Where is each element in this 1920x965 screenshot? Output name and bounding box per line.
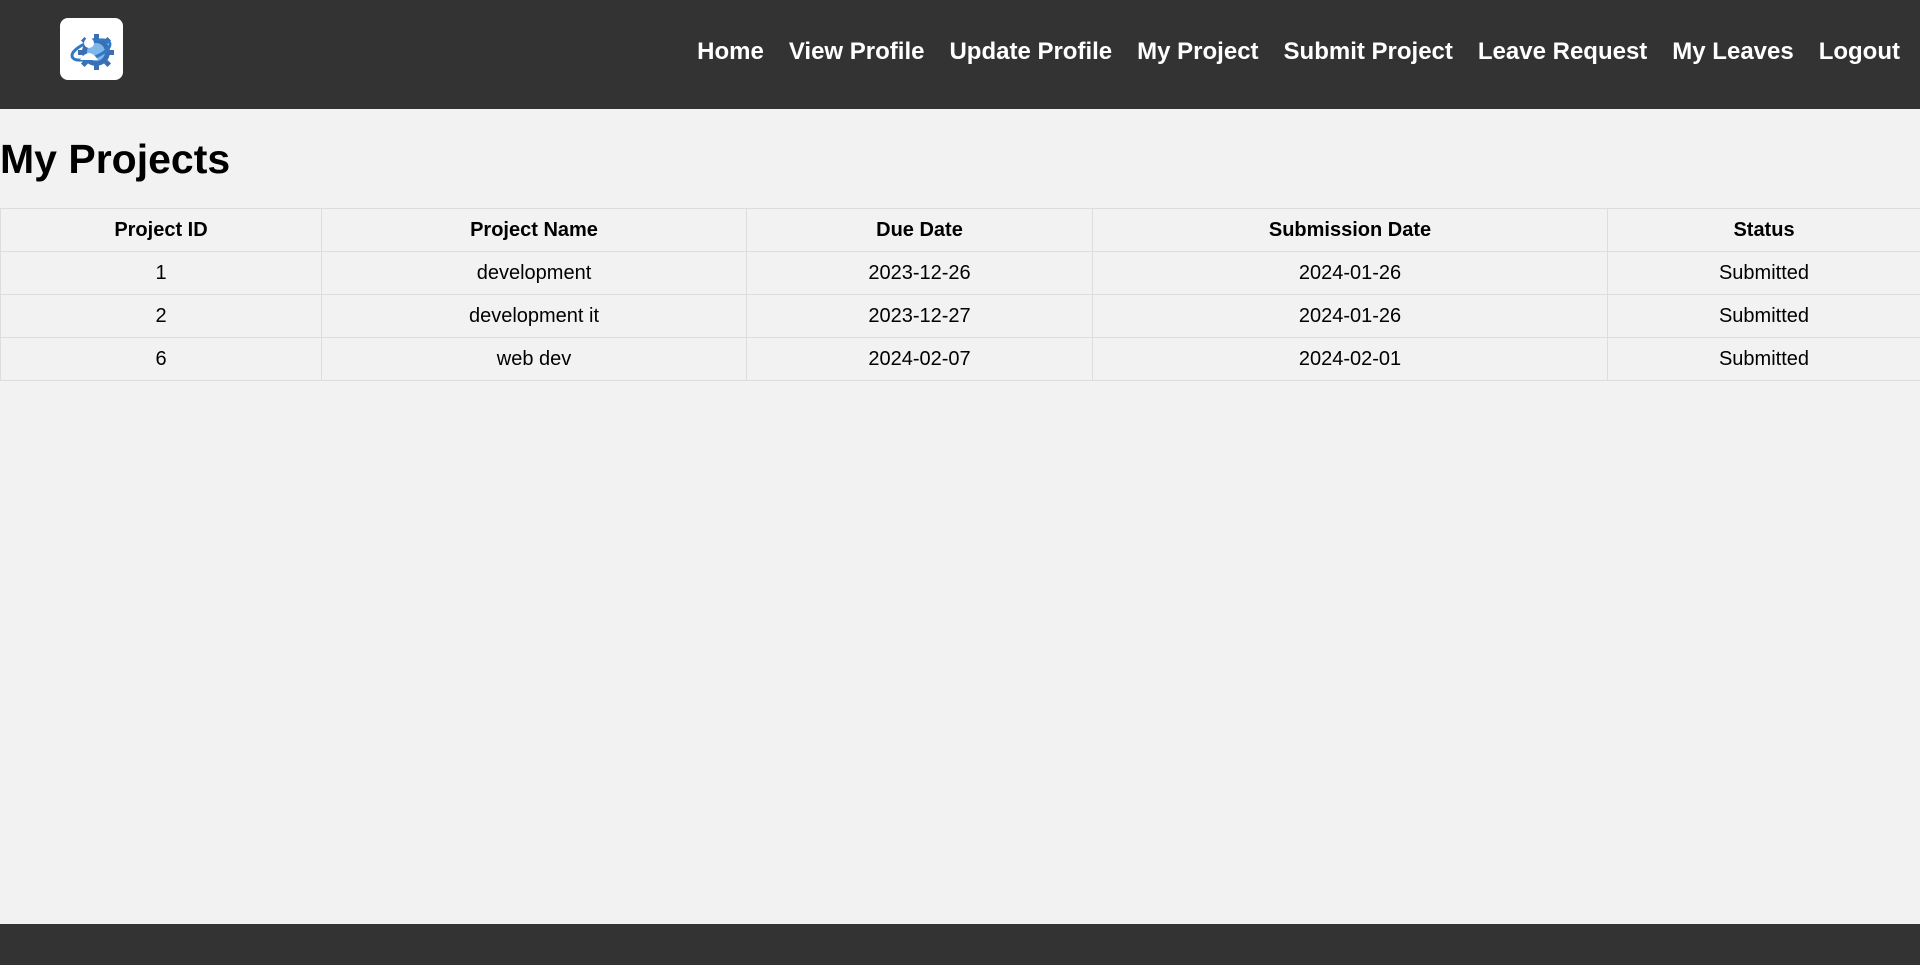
nav-link-view-profile[interactable]: View Profile [789,38,925,66]
column-header-due-date: Due Date [746,208,1093,252]
table-row: 1 development 2023-12-26 2024-01-26 Submitte… [0,251,1920,295]
table-cell: 2024-02-01 [1092,337,1608,381]
column-header-submission-date: Submission Date [1092,208,1608,252]
nav-link-logout[interactable]: Logout [1819,38,1900,66]
column-header-status: Status [1607,208,1920,252]
table-cell: 2023-12-27 [746,294,1093,338]
table-row: 6 web dev 2024-02-07 2024-02-01 Submitted [0,337,1920,381]
column-header-project-name: Project Name [321,208,747,252]
nav-link-leave-request[interactable]: Leave Request [1478,38,1647,66]
table-cell: 6 [0,337,322,381]
table-row: 2 development it 2023-12-27 2024-01-26 Submi… [0,294,1920,338]
table-cell: web dev [321,337,747,381]
projects-table: Project ID Project Name Due Date Submission… [0,208,1920,381]
table-cell: development [321,251,747,295]
logo-icon[interactable] [60,18,123,80]
table-cell: Submitted [1607,337,1920,381]
page-title: My Projects [0,136,231,182]
table-cell: 2024-01-26 [1092,251,1608,295]
nav-link-home[interactable]: Home [697,38,764,66]
user-gear-logo-icon [70,34,114,70]
nav-link-submit-project[interactable]: Submit Project [1284,38,1453,66]
table-cell: 2024-01-26 [1092,294,1608,338]
nav-link-my-leaves[interactable]: My Leaves [1672,38,1793,66]
table-cell: Submitted [1607,294,1920,338]
footer [0,924,1920,965]
table-cell: Submitted [1607,251,1920,295]
table-cell: 2024-02-07 [746,337,1093,381]
table-cell: 1 [0,251,322,295]
top-navbar: Home View Profile Update Profile My Project… [0,0,1920,109]
nav-link-my-project[interactable]: My Project [1137,38,1258,66]
table-cell: 2023-12-26 [746,251,1093,295]
nav-link-update-profile[interactable]: Update Profile [949,38,1112,66]
column-header-project-id: Project ID [0,208,322,252]
table-cell: 2 [0,294,322,338]
main-nav: Home View Profile Update Profile My Project… [672,0,1900,104]
table-cell: development it [321,294,747,338]
table-header-row: Project ID Project Name Due Date Submission… [0,208,1920,252]
